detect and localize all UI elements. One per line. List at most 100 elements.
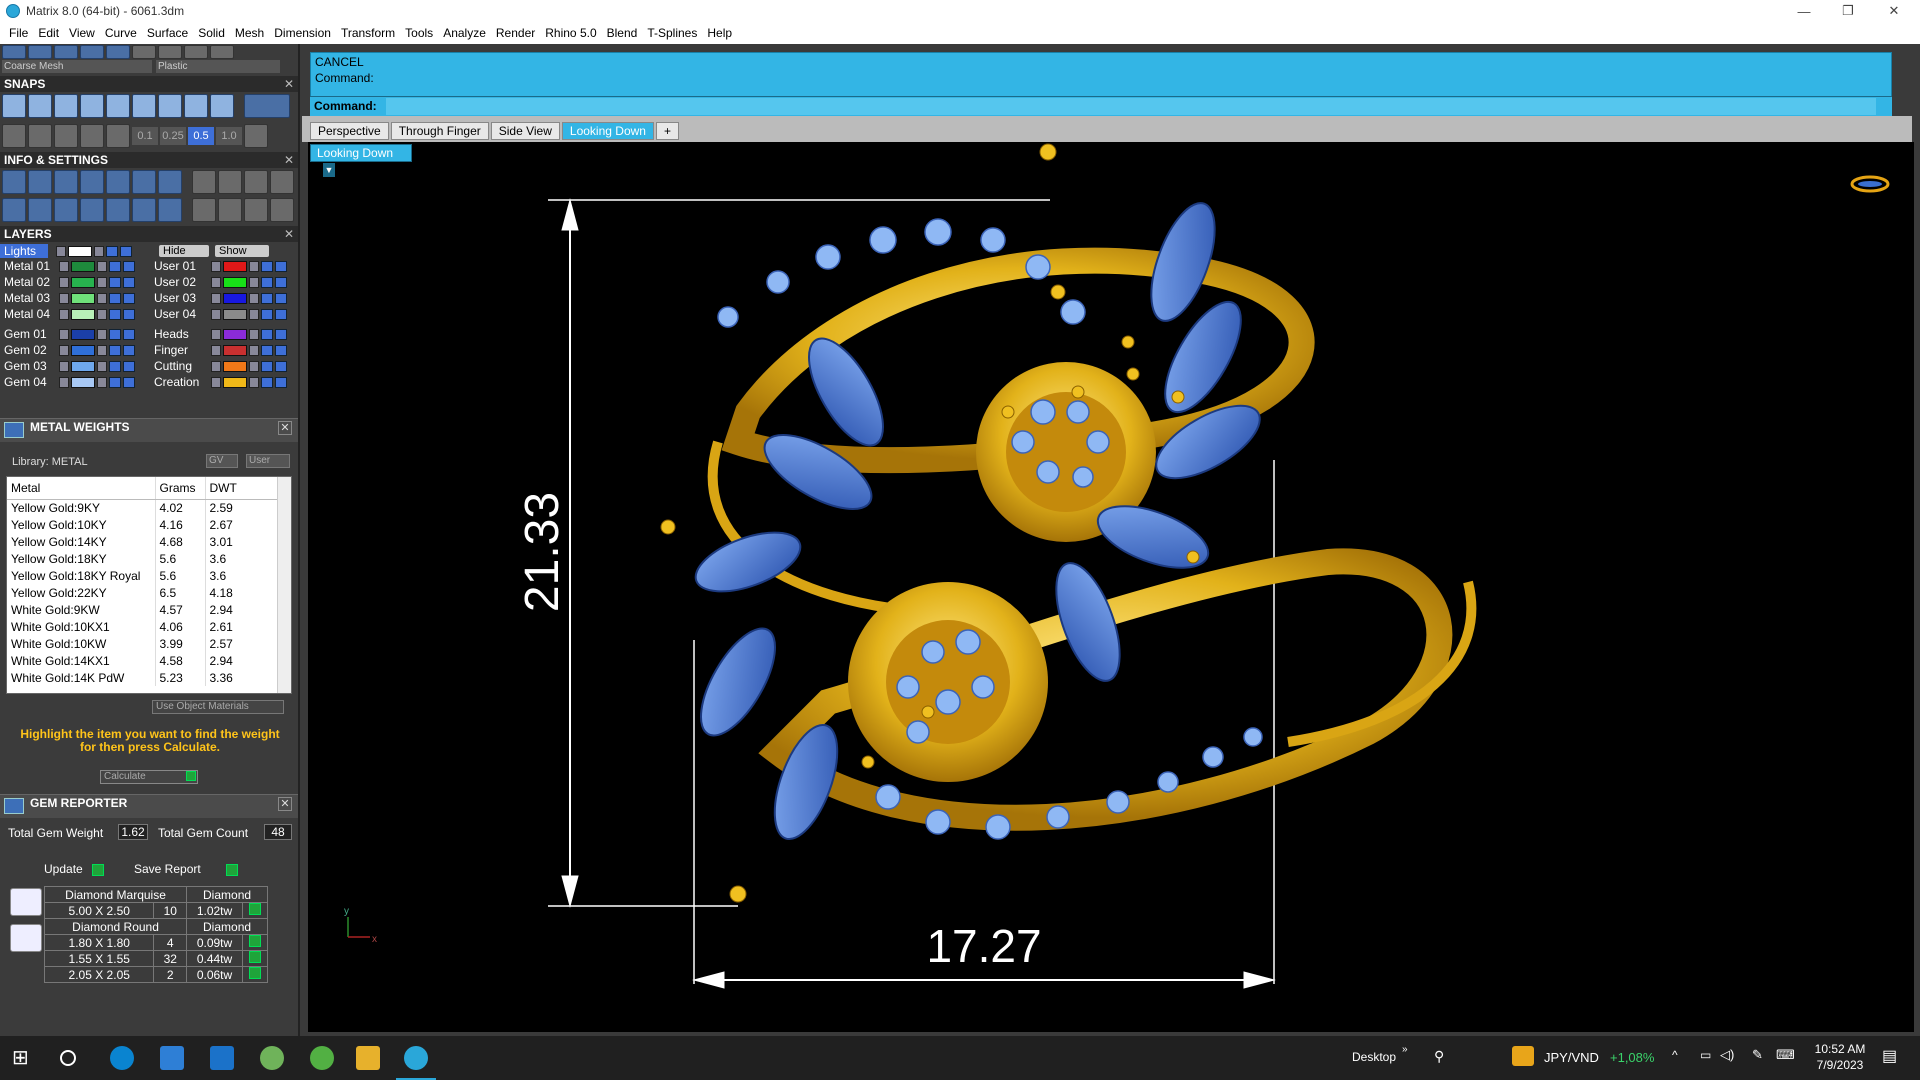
layer-color-swatch[interactable] xyxy=(223,344,247,356)
layer-color-swatch[interactable] xyxy=(223,260,247,272)
menu-file[interactable]: File xyxy=(4,26,33,40)
lights-label[interactable]: Lights xyxy=(0,244,48,258)
layer-toggle[interactable] xyxy=(275,308,287,320)
tool-button[interactable] xyxy=(244,198,268,222)
layer-name[interactable]: User 04 xyxy=(150,307,210,321)
menu-surface[interactable]: Surface xyxy=(142,26,193,40)
layer-color-swatch[interactable] xyxy=(71,292,95,304)
layer-expand[interactable] xyxy=(59,328,69,340)
tool-button[interactable] xyxy=(80,198,104,222)
layer-toggle[interactable] xyxy=(275,344,287,356)
keyboard-icon[interactable]: ⌨ xyxy=(1776,1047,1795,1063)
scrollbar[interactable] xyxy=(277,477,291,693)
table-row[interactable]: White Gold:14K PdW 5.23 3.36 xyxy=(7,669,279,686)
tool-button[interactable] xyxy=(192,198,216,222)
layer-toggle[interactable] xyxy=(261,260,273,272)
tool-button[interactable] xyxy=(192,170,216,194)
layer-expand[interactable] xyxy=(211,292,221,304)
update-button[interactable]: Update xyxy=(44,862,105,876)
layer-toggle[interactable] xyxy=(123,344,135,356)
tool-button[interactable] xyxy=(28,198,52,222)
snap-value[interactable]: 1.0 xyxy=(216,127,242,145)
snap-button[interactable] xyxy=(132,94,156,118)
network-icon[interactable]: ▭ xyxy=(1700,1048,1711,1062)
restore-button[interactable]: ❐ xyxy=(1828,0,1868,22)
file-explorer-icon[interactable] xyxy=(356,1046,380,1070)
layer-name[interactable]: Gem 04 xyxy=(0,375,58,389)
close-icon[interactable]: ✕ xyxy=(278,797,292,811)
show-button[interactable]: Show xyxy=(215,245,269,257)
chevron-up-icon[interactable]: » xyxy=(1402,1044,1408,1055)
close-icon[interactable]: ✕ xyxy=(278,421,292,435)
search-icon[interactable] xyxy=(60,1050,76,1066)
layer-color-swatch[interactable] xyxy=(71,328,95,340)
table-row[interactable]: White Gold:9KW 4.57 2.94 xyxy=(7,601,279,618)
layer-name[interactable]: Gem 02 xyxy=(0,343,58,357)
tool-button[interactable] xyxy=(132,45,156,59)
layer-toggle[interactable] xyxy=(261,292,273,304)
menu-curve[interactable]: Curve xyxy=(100,26,142,40)
column-header[interactable]: Metal xyxy=(7,477,156,500)
snap-value[interactable]: 0.5 xyxy=(188,127,214,145)
tab-perspective[interactable]: Perspective xyxy=(310,122,389,140)
mesh-select[interactable]: Coarse Mesh xyxy=(2,60,152,73)
tool-button[interactable] xyxy=(80,170,104,194)
snap-value[interactable]: 0.1 xyxy=(132,127,158,145)
tool-button[interactable] xyxy=(2,198,26,222)
layer-toggle[interactable] xyxy=(109,376,121,388)
stock-icon[interactable] xyxy=(1512,1046,1534,1066)
snap-button[interactable] xyxy=(54,94,78,118)
add-tab-button[interactable]: + xyxy=(655,122,679,140)
layer-lock[interactable] xyxy=(97,360,107,372)
layer-name[interactable]: Heads xyxy=(150,327,210,341)
layer-toggle[interactable] xyxy=(109,292,121,304)
grid-snap-button[interactable] xyxy=(2,124,26,148)
layer-expand[interactable] xyxy=(211,360,221,372)
snap-button[interactable] xyxy=(28,94,52,118)
layer-expand[interactable] xyxy=(59,360,69,372)
layer-name[interactable]: User 02 xyxy=(150,275,210,289)
save-report-button[interactable]: Save Report xyxy=(134,862,239,876)
layer-lock[interactable] xyxy=(249,376,259,388)
layer-toggle[interactable] xyxy=(261,376,273,388)
notification-icon[interactable]: ▤ xyxy=(1882,1046,1897,1066)
layer-toggle[interactable] xyxy=(120,245,132,257)
layer-expand[interactable] xyxy=(59,260,69,272)
matrix-app-icon[interactable] xyxy=(404,1046,428,1070)
layer-color-swatch[interactable] xyxy=(223,276,247,288)
close-button[interactable]: ✕ xyxy=(1874,0,1914,22)
menu-tsplines[interactable]: T-Splines xyxy=(642,26,702,40)
menu-help[interactable]: Help xyxy=(702,26,737,40)
search-icon[interactable] xyxy=(28,170,52,194)
tool-button[interactable] xyxy=(54,198,78,222)
layer-lock[interactable] xyxy=(97,276,107,288)
menu-blend[interactable]: Blend xyxy=(602,26,643,40)
snap-button[interactable] xyxy=(2,94,26,118)
layer-toggle[interactable] xyxy=(109,360,121,372)
gem-select-button[interactable] xyxy=(241,950,269,967)
store-icon[interactable] xyxy=(160,1046,184,1070)
tool-button[interactable] xyxy=(54,45,78,59)
layer-toggle[interactable] xyxy=(123,308,135,320)
tool-button[interactable] xyxy=(184,45,208,59)
snap-button[interactable] xyxy=(244,124,268,148)
snap-button[interactable] xyxy=(106,94,130,118)
layer-lock[interactable] xyxy=(249,292,259,304)
snap-button[interactable] xyxy=(184,94,208,118)
layer-lock[interactable] xyxy=(97,344,107,356)
layer-toggle[interactable] xyxy=(106,245,118,257)
layer-name[interactable]: Metal 03 xyxy=(0,291,58,305)
layer-name[interactable]: Metal 02 xyxy=(0,275,58,289)
tool-button[interactable] xyxy=(2,45,26,59)
command-input[interactable] xyxy=(386,98,1876,115)
layer-expand[interactable] xyxy=(211,308,221,320)
layer-color-swatch[interactable] xyxy=(223,308,247,320)
layer-lock[interactable] xyxy=(249,276,259,288)
user-button[interactable]: User xyxy=(246,454,290,468)
table-row[interactable]: Yellow Gold:14KY 4.68 3.01 xyxy=(7,533,279,550)
ring-nav-icon[interactable] xyxy=(1850,175,1890,193)
layer-toggle[interactable] xyxy=(261,276,273,288)
tool-button[interactable] xyxy=(132,170,156,194)
currency-label[interactable]: JPY/VND xyxy=(1544,1050,1599,1065)
snap-button[interactable] xyxy=(210,94,234,118)
